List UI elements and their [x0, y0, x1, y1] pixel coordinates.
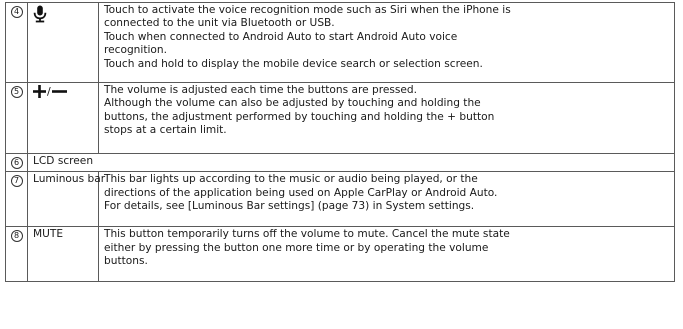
description-line: stops at a certain limit.	[104, 124, 227, 137]
row-label: MUTE	[33, 228, 64, 241]
description-cell: This bar lights up according to the musi…	[98, 171, 675, 228]
plus-minus-icon: /	[33, 85, 94, 98]
row-number-cell: 5	[5, 82, 28, 154]
label-cell: MUTE	[27, 226, 99, 283]
table-row: 4 Touch to activate the voice recognitio…	[5, 2, 675, 83]
description-cell: The volume is adjusted each time the but…	[98, 82, 675, 154]
description-line: The volume is adjusted each time the but…	[104, 84, 417, 96]
description-line: buttons, the adjustment performed by tou…	[104, 110, 495, 123]
row-number-cell: 7	[5, 171, 28, 228]
description-line: Touch when connected to Android Auto to …	[104, 30, 458, 43]
icon-cell	[27, 2, 99, 83]
label-cell: Luminous bar	[27, 171, 106, 228]
row-number: 4	[10, 6, 23, 18]
row-label: Luminous bar	[33, 173, 106, 186]
row-label: LCD screen	[33, 155, 94, 167]
table-row: 8 MUTE This button temporarily turns off…	[5, 226, 675, 283]
description-cell: This button temporarily turns off the vo…	[98, 226, 675, 283]
description-line: directions of the application being used…	[104, 186, 498, 199]
row-number-cell: 8	[5, 226, 28, 283]
description-line: This button temporarily turns off the vo…	[104, 228, 510, 241]
row-number-cell: 4	[5, 2, 28, 83]
row-number: 8	[10, 230, 23, 243]
icon-cell: /	[27, 82, 99, 154]
row-number-cell: 6	[5, 152, 28, 173]
description-line: Although the volume can also be adjusted…	[104, 97, 481, 110]
minus-icon	[51, 90, 67, 93]
description-cell: Touch to activate the voice recognition …	[98, 2, 675, 83]
description-line: either by pressing the button one more t…	[104, 241, 489, 254]
row-number: 6	[10, 157, 23, 169]
description-line: buttons.	[104, 255, 148, 268]
row-number: 7	[10, 175, 23, 188]
label-cell: LCD screen	[27, 152, 675, 173]
plus-icon	[33, 85, 46, 98]
description-line: connected to the unit via Bluetooth or U…	[104, 17, 335, 30]
microphone-icon	[33, 5, 94, 23]
description-line: recognition.	[104, 44, 167, 57]
controls-table: 4 Touch to activate the voice recognitio…	[5, 2, 675, 283]
description-line: This bar lights up according to the musi…	[104, 173, 478, 186]
description-line: Touch to activate the voice recognition …	[104, 4, 511, 16]
table-row: 5 / The volume is adjusted each time the…	[5, 82, 675, 154]
slash-separator: /	[47, 85, 51, 98]
description-line: Touch and hold to display the mobile dev…	[104, 57, 483, 70]
table-row: 6 LCD screen	[5, 152, 675, 173]
table-row: 7 Luminous bar This bar lights up accord…	[5, 171, 675, 228]
row-number: 5	[10, 86, 23, 98]
description-line: For details, see [Luminous Bar settings]…	[104, 200, 475, 213]
